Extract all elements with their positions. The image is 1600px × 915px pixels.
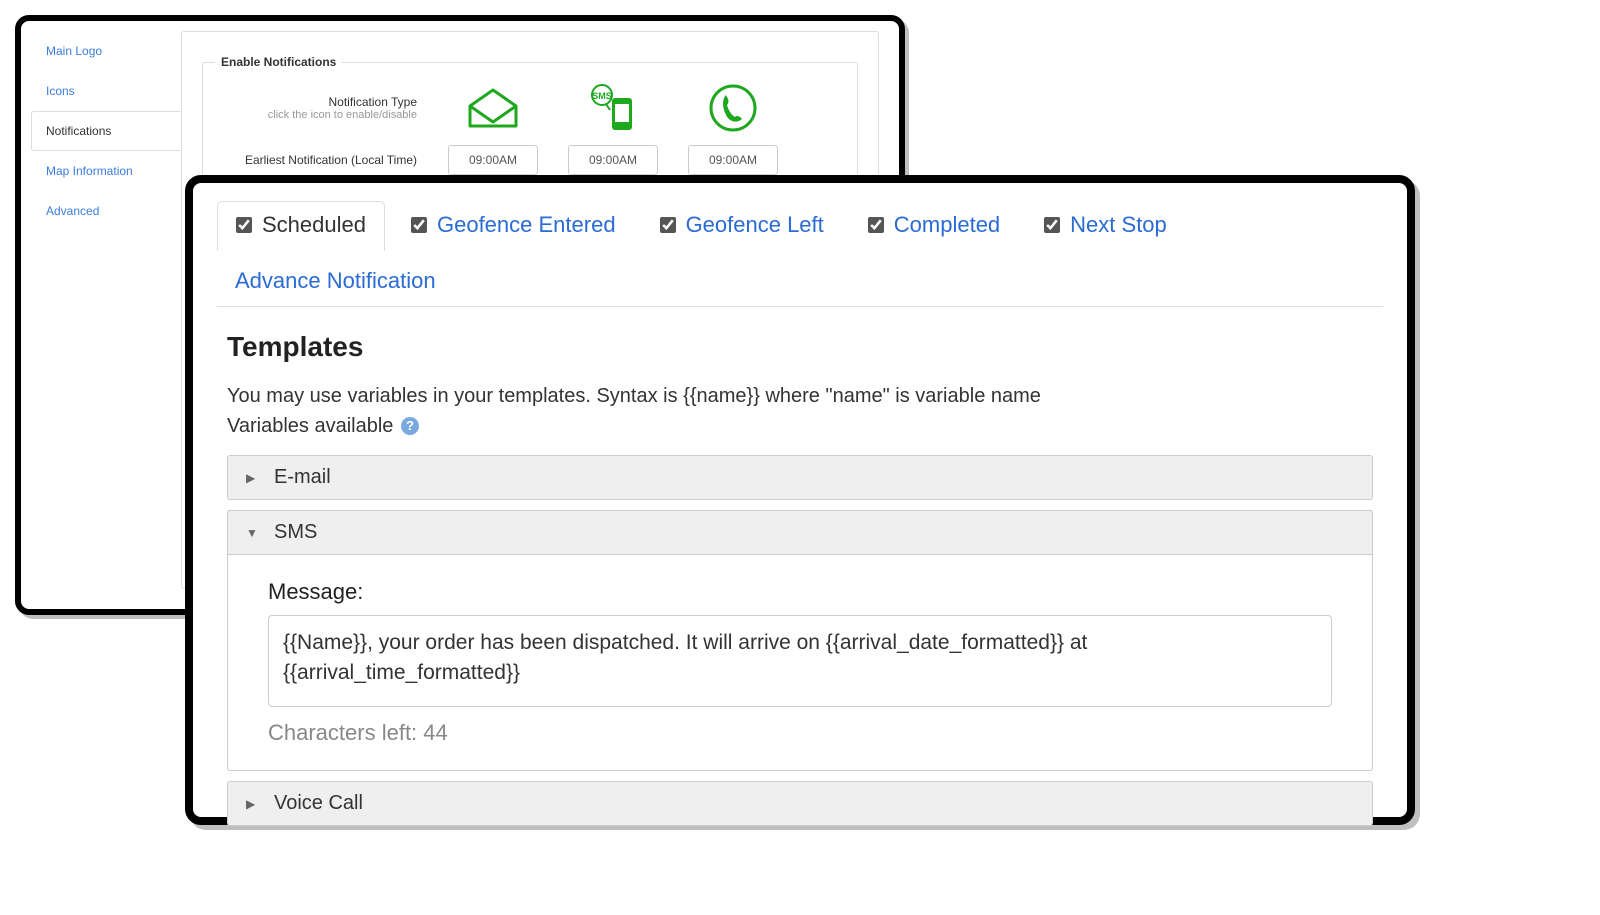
accordion-sms-label: SMS <box>274 521 317 544</box>
templates-desc: You may use variables in your templates.… <box>227 381 1373 441</box>
templates-desc-line1: You may use variables in your templates.… <box>227 385 1041 407</box>
tab-completed[interactable]: Completed <box>850 202 1018 250</box>
tab-geofence-left-label: Geofence Left <box>686 212 824 238</box>
fieldset-legend: Enable Notifications <box>215 55 342 69</box>
tab-completed-checkbox[interactable] <box>868 217 884 233</box>
svg-text:SMS: SMS <box>592 91 612 101</box>
notification-type-sublabel: click the icon to enable/disable <box>223 109 417 121</box>
sms-toggle-icon[interactable]: SMS <box>553 84 673 132</box>
templates-title: Templates <box>227 331 1373 363</box>
sidebar-item-main-logo[interactable]: Main Logo <box>31 31 181 71</box>
sidebar-item-map-information[interactable]: Map Information <box>31 151 181 191</box>
settings-sidebar: Main Logo Icons Notifications Map Inform… <box>31 31 181 231</box>
caret-right-icon: ▶ <box>246 471 258 485</box>
tab-next-stop[interactable]: Next Stop <box>1026 202 1185 250</box>
tab-scheduled[interactable]: Scheduled <box>217 201 385 251</box>
tab-geofence-entered-label: Geofence Entered <box>437 212 616 238</box>
email-toggle-icon[interactable] <box>433 86 553 130</box>
tab-scheduled-label: Scheduled <box>262 212 366 238</box>
earliest-label: Earliest Notification (Local Time) <box>245 153 417 167</box>
tab-geofence-entered-checkbox[interactable] <box>411 217 427 233</box>
tab-advance-notification-label: Advance Notification <box>235 268 436 294</box>
accordion-voice-label: Voice Call <box>274 792 363 815</box>
voice-toggle-icon[interactable] <box>673 83 793 133</box>
accordion-email-label: E-mail <box>274 466 331 489</box>
sidebar-item-notifications[interactable]: Notifications <box>31 111 181 151</box>
accordion-sms-body: Message: Characters left: 44 <box>227 555 1373 771</box>
earliest-notification-row: Earliest Notification (Local Time) <box>223 145 837 175</box>
sidebar-item-icons[interactable]: Icons <box>31 71 181 111</box>
chars-left-value: 44 <box>423 720 447 745</box>
caret-down-icon: ▼ <box>246 526 258 540</box>
caret-right-icon: ▶ <box>246 797 258 811</box>
earliest-sms-input[interactable] <box>568 145 658 175</box>
tab-geofence-entered[interactable]: Geofence Entered <box>393 202 634 250</box>
accordion-voice-header[interactable]: ▶ Voice Call <box>227 781 1373 826</box>
tab-advance-notification[interactable]: Advance Notification <box>217 258 454 306</box>
help-icon[interactable]: ? <box>401 417 419 435</box>
templates-desc-line2: Variables available <box>227 415 393 437</box>
tab-geofence-left-checkbox[interactable] <box>660 217 676 233</box>
sms-chars-left: Characters left: 44 <box>268 720 1332 746</box>
notification-type-row: Notification Type click the icon to enab… <box>223 83 837 133</box>
notification-tabs: Scheduled Geofence Entered Geofence Left… <box>217 201 1383 307</box>
tab-next-stop-checkbox[interactable] <box>1044 217 1060 233</box>
tab-next-stop-label: Next Stop <box>1070 212 1167 238</box>
accordion-sms-header[interactable]: ▼ SMS <box>227 510 1373 555</box>
templates-front-panel: Scheduled Geofence Entered Geofence Left… <box>185 175 1415 825</box>
templates-section: Templates You may use variables in your … <box>217 307 1383 826</box>
earliest-voice-input[interactable] <box>688 145 778 175</box>
tab-geofence-left[interactable]: Geofence Left <box>642 202 842 250</box>
notification-type-label: Notification Type <box>223 95 417 109</box>
sms-message-textarea[interactable] <box>268 615 1332 707</box>
accordion-email-header[interactable]: ▶ E-mail <box>227 455 1373 500</box>
templates-accordion: ▶ E-mail ▼ SMS Message: Characters left:… <box>227 455 1373 826</box>
sidebar-item-advanced[interactable]: Advanced <box>31 191 181 231</box>
earliest-email-input[interactable] <box>448 145 538 175</box>
tab-scheduled-checkbox[interactable] <box>236 217 252 233</box>
tab-completed-label: Completed <box>894 212 1000 238</box>
sms-message-label: Message: <box>268 579 1332 605</box>
chars-left-prefix: Characters left: <box>268 720 423 745</box>
